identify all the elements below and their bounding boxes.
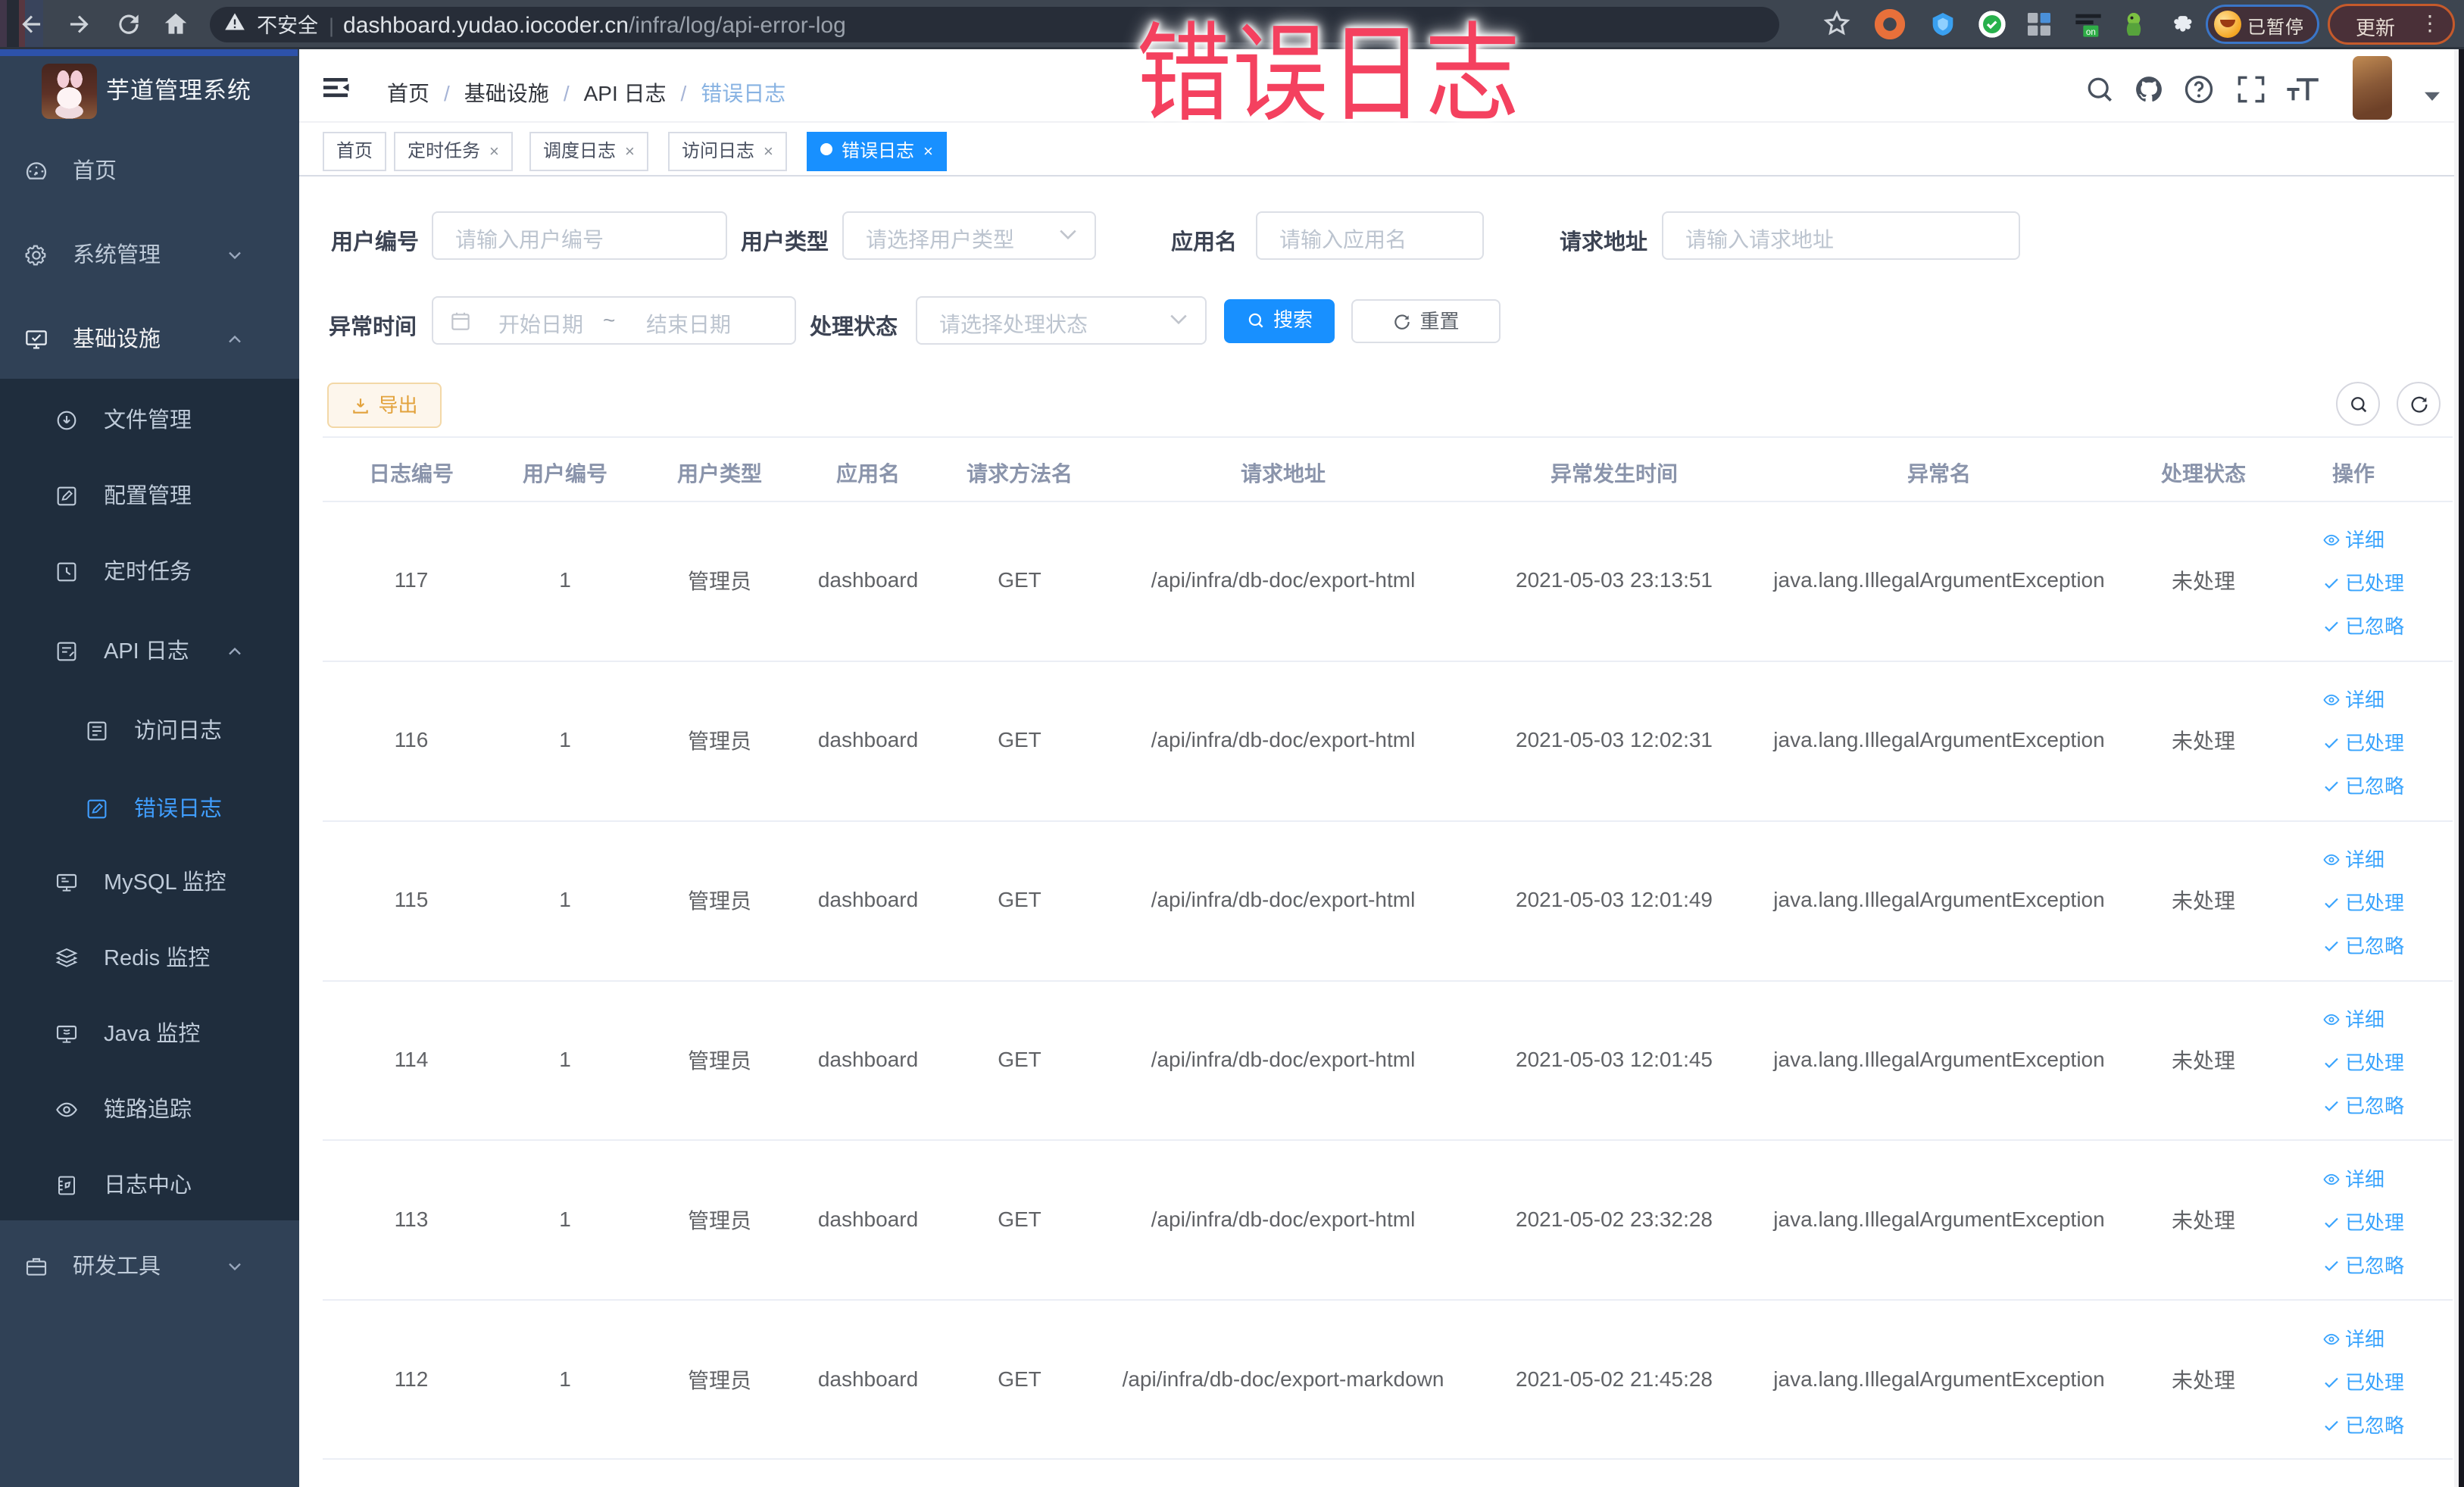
svg-text:on: on <box>2086 27 2096 37</box>
